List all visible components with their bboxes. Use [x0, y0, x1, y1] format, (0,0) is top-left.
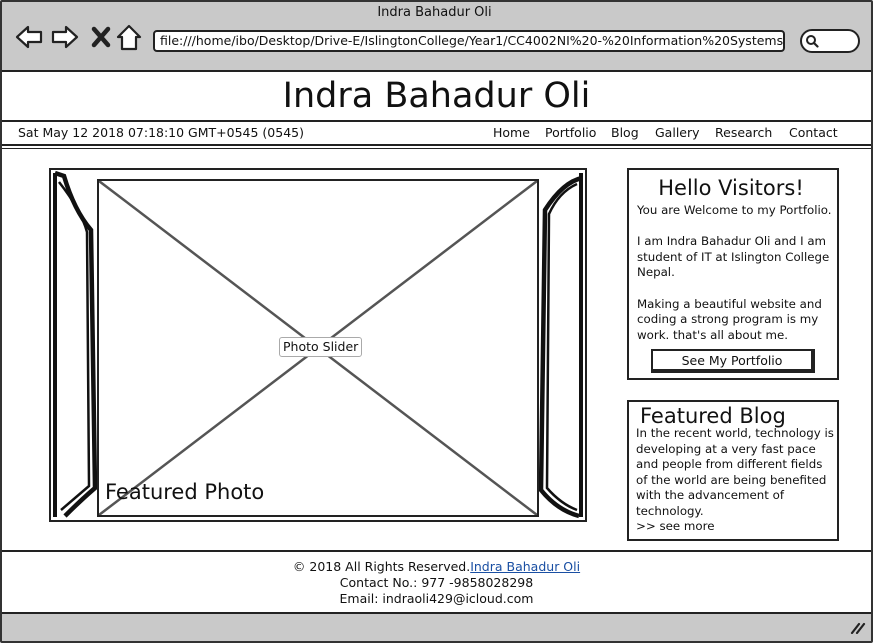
back-arrow-icon[interactable] — [14, 22, 44, 52]
welcome-paragraph: Making a beautiful website and coding a … — [637, 296, 822, 342]
welcome-paragraph: You are Welcome to my Portfolio. — [637, 203, 832, 217]
search-icon — [806, 35, 819, 48]
current-datetime: Sat May 12 2018 07:18:10 GMT+0545 (0545) — [18, 125, 304, 140]
home-icon[interactable] — [114, 22, 144, 52]
see-more-link[interactable]: >> see more — [636, 519, 715, 533]
status-bar — [2, 612, 871, 641]
forward-arrow-icon[interactable] — [50, 22, 80, 52]
footer-contact: Contact No.: 977 -9858028298 — [339, 575, 534, 590]
welcome-text: You are Welcome to my Portfolio. I am In… — [637, 203, 835, 343]
welcome-title: Hello Visitors! — [658, 176, 804, 200]
footer-divider — [2, 550, 871, 552]
nav-link-contact[interactable]: Contact — [789, 125, 838, 140]
photo-slider-label: Photo Slider — [279, 337, 363, 357]
copyright-text: © 2018 All Rights Reserved. — [292, 559, 471, 574]
search-input[interactable] — [800, 29, 860, 53]
featured-blog-text: In the recent world, technology is devel… — [636, 426, 834, 518]
footer-email: Email: indraoli429@icloud.com — [339, 591, 534, 606]
window-title: Indra Bahadur Oli — [377, 5, 492, 20]
divider — [2, 148, 871, 149]
featured-photo-caption: Featured Photo — [105, 480, 265, 504]
welcome-paragraph: I am Indra Bahadur Oli and I am student … — [637, 234, 830, 280]
footer-copyright: © 2018 All Rights Reserved.Indra Bahadur… — [0, 559, 873, 574]
see-portfolio-button[interactable]: See My Portfolio — [651, 349, 815, 373]
close-icon[interactable] — [86, 22, 116, 52]
nav-link-gallery[interactable]: Gallery — [655, 125, 700, 140]
nav-link-home[interactable]: Home — [493, 125, 530, 140]
nav-link-portfolio[interactable]: Portfolio — [545, 125, 596, 140]
resize-grip-icon[interactable] — [850, 620, 866, 634]
site-title: Indra Bahadur Oli — [282, 76, 591, 116]
nav-link-research[interactable]: Research — [715, 125, 772, 140]
address-bar[interactable]: file:///home/ibo/Desktop/Drive-E/Islingt… — [153, 30, 785, 52]
nav-link-blog[interactable]: Blog — [611, 125, 639, 140]
author-link[interactable]: Indra Bahadur Oli — [470, 559, 580, 574]
